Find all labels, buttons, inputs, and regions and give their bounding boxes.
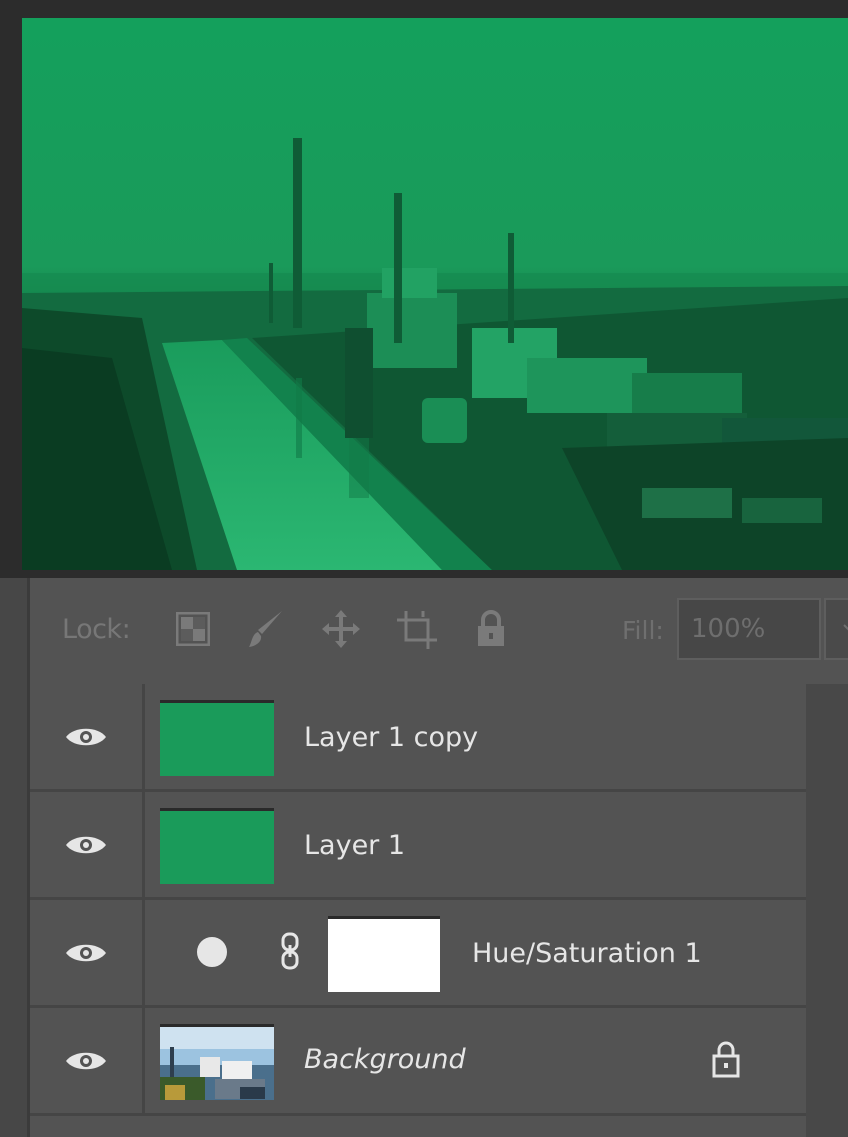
layer-row-layer-1-copy[interactable]: Layer 1 copy (30, 684, 806, 792)
layer-name[interactable]: Layer 1 (304, 830, 405, 861)
layer-mask-thumbnail[interactable] (328, 916, 440, 992)
lock-position-icon[interactable] (320, 608, 362, 650)
lock-toolbar: Lock: Fill: 100% (30, 578, 848, 684)
layer-row-hue-saturation-1[interactable]: Hue/Saturation 1 (30, 900, 806, 1008)
layer-row-background[interactable]: Background (30, 1008, 806, 1116)
layer-lock-icon[interactable] (712, 1040, 740, 1078)
layer-name[interactable]: Layer 1 copy (304, 722, 478, 753)
adjustment-layer-icon (196, 936, 228, 968)
link-chain-icon[interactable] (280, 932, 300, 970)
visibility-toggle[interactable] (30, 900, 145, 1005)
industrial-power-plant-photo (22, 18, 848, 570)
layer-list-scrollbar[interactable] (806, 684, 848, 1137)
document-canvas[interactable] (0, 0, 848, 578)
eye-icon (66, 728, 106, 745)
layer-name[interactable]: Background (304, 1044, 466, 1075)
lock-image-pixels-icon[interactable] (245, 608, 287, 650)
chevron-down-icon (843, 624, 848, 631)
eye-icon (66, 1052, 106, 1069)
layer-thumbnail (160, 700, 274, 776)
eye-icon (66, 944, 106, 961)
layer-row-layer-1[interactable]: Layer 1 (30, 792, 806, 900)
city-photo-thumbnail (160, 1024, 274, 1100)
visibility-toggle[interactable] (30, 792, 145, 897)
photo-artwork (22, 18, 848, 570)
fill-label: Fill: (622, 616, 664, 645)
visibility-toggle[interactable] (30, 684, 145, 789)
panel-left-edge (0, 578, 30, 1137)
lock-transparent-pixels-icon[interactable] (172, 608, 214, 650)
lock-all-icon[interactable] (470, 608, 512, 650)
eye-icon (66, 836, 106, 853)
layers-panel: Lock: Fill: 100% Layer 1 copy Layer 1 Hu… (0, 578, 848, 1137)
lock-artboard-icon[interactable] (396, 608, 438, 650)
fill-opacity-input[interactable] (677, 598, 821, 660)
fill-dropdown-button[interactable] (824, 598, 848, 660)
layer-list: Layer 1 copy Layer 1 Hue/Saturation 1 Ba… (30, 684, 806, 1137)
layer-name[interactable]: Hue/Saturation 1 (472, 938, 702, 969)
visibility-toggle[interactable] (30, 1008, 145, 1113)
layer-thumbnail (160, 808, 274, 884)
lock-label: Lock: (62, 614, 131, 645)
